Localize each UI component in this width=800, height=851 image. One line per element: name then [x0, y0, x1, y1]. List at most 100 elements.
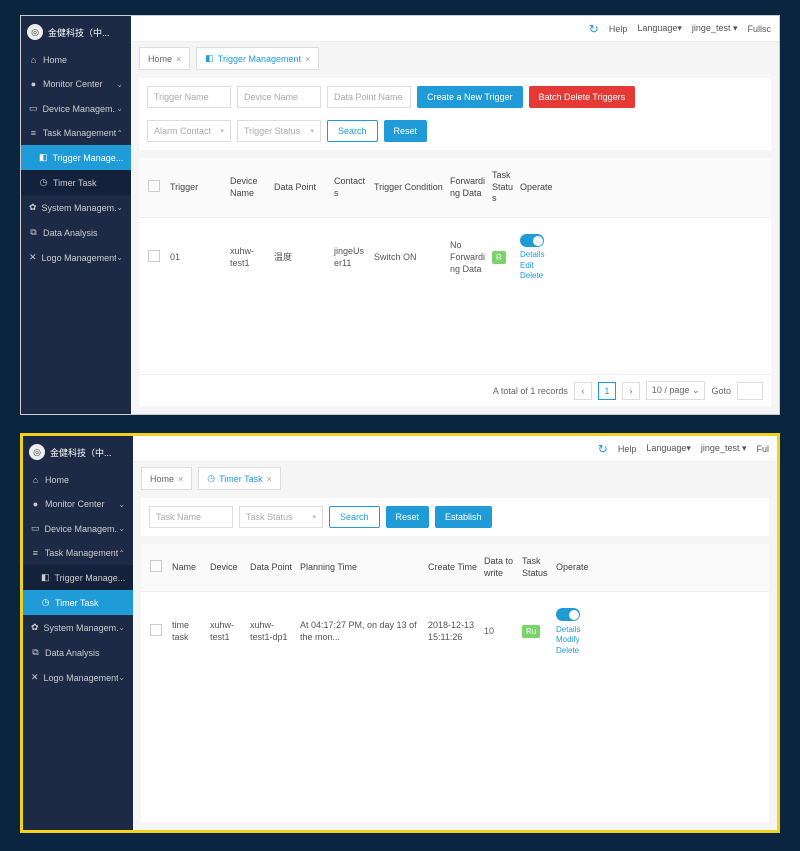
modify-link[interactable]: Modify: [556, 635, 580, 644]
table-row: time task xuhw-test1 xuhw-test1-dp1 At 0…: [141, 591, 769, 672]
cell-trigger: 01: [167, 250, 227, 266]
sidebar-item-device[interactable]: ▭Device Managem...⌄: [23, 516, 133, 541]
chevron-down-icon: ⌄: [118, 500, 125, 509]
search-button[interactable]: Search: [327, 120, 378, 142]
row-checkbox[interactable]: [148, 250, 160, 262]
device-icon: ▭: [29, 103, 38, 114]
tab-home[interactable]: Home×: [141, 467, 192, 490]
trigger-status-select[interactable]: Trigger Status▾: [237, 120, 321, 142]
clock-icon: ◷: [39, 177, 48, 188]
user-dropdown[interactable]: jinge_test ▾: [692, 23, 738, 34]
device-name-input[interactable]: Device Name: [237, 86, 321, 108]
details-link[interactable]: Details: [520, 250, 544, 259]
sidebar-item-logo[interactable]: ✕Logo Management⌄: [21, 245, 131, 270]
sidebar-item-home[interactable]: ⌂Home: [23, 468, 133, 492]
fullscreen-link[interactable]: Ful: [756, 444, 769, 454]
sync-icon[interactable]: ↻: [589, 22, 599, 36]
sidebar-item-data[interactable]: ⧉Data Analysis: [21, 220, 131, 245]
sidebar-item-logo[interactable]: ✕Logo Management⌄: [23, 665, 133, 690]
sidebar-item-home[interactable]: ⌂Home: [21, 48, 131, 72]
tab-trigger-management[interactable]: ◧Trigger Management×: [196, 47, 319, 70]
pager-prev[interactable]: ‹: [574, 382, 592, 400]
delete-link[interactable]: Delete: [520, 271, 543, 280]
col-datawrite: Data to write: [481, 554, 519, 581]
sidebar-item-monitor[interactable]: ●Monitor Center⌄: [21, 72, 131, 96]
edit-link[interactable]: Edit: [520, 261, 534, 270]
sidebar-item-task[interactable]: ≡Task Management⌃: [23, 541, 133, 565]
reset-button[interactable]: Reset: [384, 120, 428, 142]
reset-button[interactable]: Reset: [386, 506, 430, 528]
details-link[interactable]: Details: [556, 625, 580, 634]
establish-button[interactable]: Establish: [435, 506, 492, 528]
home-icon: ⌂: [31, 475, 40, 485]
goto-label: Goto: [711, 386, 731, 396]
sidebar-item-system[interactable]: ✿System Managem...⌄: [21, 195, 131, 220]
delete-link[interactable]: Delete: [556, 646, 579, 655]
close-icon[interactable]: ×: [267, 474, 272, 484]
row-checkbox[interactable]: [150, 624, 162, 636]
pin-icon: ●: [29, 79, 38, 89]
sync-icon[interactable]: ↻: [598, 442, 608, 456]
user-dropdown[interactable]: jinge_test ▾: [701, 443, 747, 454]
create-trigger-button[interactable]: Create a New Trigger: [417, 86, 523, 108]
sidebar-item-label: Data Analysis: [43, 228, 98, 238]
select-all-checkbox[interactable]: [150, 560, 162, 572]
fullscreen-link[interactable]: Fullsc: [747, 24, 771, 34]
col-datapoint: Data Point: [271, 180, 331, 196]
sidebar-item-label: Trigger Manage...: [55, 573, 125, 583]
sidebar-item-trigger[interactable]: ◧Trigger Manage...: [21, 145, 131, 170]
sidebar-item-data[interactable]: ⧉Data Analysis: [23, 640, 133, 665]
sidebar-item-trigger[interactable]: ◧Trigger Manage...: [23, 565, 133, 590]
search-button[interactable]: Search: [329, 506, 380, 528]
tab-home[interactable]: Home×: [139, 47, 190, 70]
trigger-name-input[interactable]: Trigger Name: [147, 86, 231, 108]
pager-perpage[interactable]: 10 / page ⌄: [646, 381, 706, 400]
enable-toggle[interactable]: [556, 608, 580, 621]
clock-icon: ◷: [207, 473, 215, 484]
language-dropdown[interactable]: Language▾: [646, 443, 691, 454]
sidebar: ◎ 金健科技（中... ⌂Home ●Monitor Center⌄ ▭ Devi…: [21, 16, 131, 414]
brand: ◎ 金健科技（中...: [23, 436, 133, 468]
tab-timer-task[interactable]: ◷Timer Task×: [198, 467, 281, 490]
task-name-input[interactable]: Task Name: [149, 506, 233, 528]
help-link[interactable]: Help: [618, 444, 637, 454]
col-status: Task Status: [489, 168, 517, 207]
select-all-checkbox[interactable]: [148, 180, 160, 192]
task-status-select[interactable]: Task Status▾: [239, 506, 323, 528]
sidebar-item-timer[interactable]: ◷Timer Task: [21, 170, 131, 195]
sidebar-item-monitor[interactable]: ● Monitor Center ⌄: [23, 492, 133, 516]
tab-label: Trigger Management: [218, 54, 301, 64]
sidebar-item-device[interactable]: ▭Device Managem...⌄: [21, 96, 131, 121]
panel-trigger-management: ◎ 金健科技（中... ⌂Home ●Monitor Center⌄ ▭ Devi…: [20, 15, 780, 415]
help-link[interactable]: Help: [609, 24, 628, 34]
logo-icon: ✕: [29, 252, 37, 263]
close-icon[interactable]: ×: [176, 54, 181, 64]
close-icon[interactable]: ×: [178, 474, 183, 484]
goto-input[interactable]: [737, 382, 763, 400]
sidebar-item-label: Device Managem...: [43, 104, 117, 114]
sidebar-item-label: Monitor Center: [45, 499, 105, 509]
brand: ◎ 金健科技（中...: [21, 16, 131, 48]
pager-next[interactable]: ›: [622, 382, 640, 400]
sidebar-item-system[interactable]: ✿System Managem...⌄: [23, 615, 133, 640]
pager-page[interactable]: 1: [598, 382, 616, 400]
alarm-contact-select[interactable]: Alarm Contact▾: [147, 120, 231, 142]
enable-toggle[interactable]: [520, 234, 544, 247]
data-point-name-input[interactable]: Data Point Name: [327, 86, 411, 108]
gear-icon: ✿: [31, 622, 39, 633]
batch-delete-button[interactable]: Batch Delete Triggers: [529, 86, 636, 108]
language-dropdown[interactable]: Language▾: [637, 23, 682, 34]
status-badge: Ru: [522, 625, 540, 638]
pin-icon: ●: [31, 499, 40, 509]
chevron-down-icon: ⌄: [118, 524, 125, 533]
logo-icon: ✕: [31, 672, 39, 683]
close-icon[interactable]: ×: [305, 54, 310, 64]
pager: A total of 1 records ‹ 1 › 10 / page ⌄ G…: [139, 374, 771, 406]
gear-icon: ✿: [29, 202, 37, 213]
sidebar-item-timer[interactable]: ◷Timer Task: [23, 590, 133, 615]
sidebar-item-task[interactable]: ≡Task Management⌃: [21, 121, 131, 145]
chevron-down-icon: ▾: [312, 513, 316, 521]
sidebar-item-label: Task Management: [45, 548, 119, 558]
chevron-up-icon: ⌃: [116, 129, 123, 138]
placeholder-text: Trigger Status: [244, 126, 300, 136]
